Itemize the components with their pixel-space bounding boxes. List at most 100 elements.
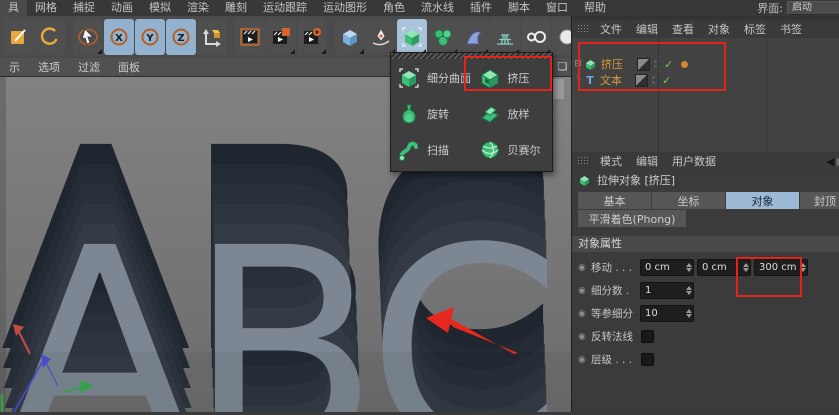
interface-selector: 界面: 启动: [757, 0, 839, 16]
viewport-menu-options[interactable]: 选项: [29, 59, 69, 75]
spinner-icon[interactable]: [684, 261, 693, 274]
add-spline-button[interactable]: [366, 19, 396, 55]
enabled-checkmark[interactable]: ✓: [664, 58, 673, 71]
layer-toggle[interactable]: [637, 58, 650, 71]
om-menu-tags[interactable]: 标签: [737, 21, 773, 37]
add-floor-button[interactable]: [490, 19, 520, 55]
menu-snap[interactable]: 捕捉: [65, 0, 103, 16]
hierarchy-checkbox[interactable]: [641, 353, 654, 366]
selection-tool-button[interactable]: [73, 19, 103, 55]
x-axis-icon: X: [108, 26, 130, 48]
visibility-dots[interactable]: [652, 76, 655, 84]
animation-dot-icon[interactable]: ◉: [578, 355, 591, 365]
menu-animation[interactable]: 动画: [103, 0, 141, 16]
animation-dot-icon[interactable]: ◉: [578, 332, 591, 342]
add-deformer-button[interactable]: [428, 19, 458, 55]
expand-toggle-icon[interactable]: ⊟: [572, 59, 584, 69]
am-menu-mode[interactable]: 模式: [593, 153, 629, 169]
menu-simulate[interactable]: 模拟: [141, 0, 179, 16]
add-camera-button[interactable]: [521, 19, 551, 55]
make-editable-icon: [8, 26, 30, 48]
menu-plugins[interactable]: 插件: [462, 0, 500, 16]
field-value: 1: [641, 285, 684, 296]
attribute-title: 拉伸对象 [挤压]: [597, 172, 675, 188]
field-value: 300 cm: [755, 262, 798, 273]
flyout-item-loft[interactable]: 放样: [472, 96, 553, 132]
animation-dot-icon[interactable]: ◉: [578, 309, 591, 319]
movement-x-field[interactable]: 0 cm: [640, 259, 694, 276]
panel-grip-icon[interactable]: [577, 24, 590, 34]
viewport-menu-display[interactable]: 示: [0, 59, 29, 75]
material-tag-icon[interactable]: [681, 61, 688, 68]
menu-render[interactable]: 渲染: [179, 0, 217, 16]
tab-phong[interactable]: 平滑着色(Phong): [578, 210, 686, 227]
tab-object[interactable]: 对象: [726, 192, 799, 209]
layer-toggle[interactable]: [635, 74, 648, 87]
om-menu-view[interactable]: 查看: [665, 21, 701, 37]
add-generator-button[interactable]: [397, 19, 427, 55]
x-axis-lock-button[interactable]: X: [104, 19, 134, 55]
am-menu-userdata[interactable]: 用户数据: [665, 153, 723, 169]
menu-script[interactable]: 脚本: [500, 0, 538, 16]
interface-dropdown[interactable]: 启动: [787, 1, 839, 15]
history-back-icon[interactable]: ◀: [826, 155, 834, 168]
y-axis-lock-button[interactable]: Y: [135, 19, 165, 55]
panel-grip-icon[interactable]: [577, 156, 590, 166]
object-properties-section[interactable]: 对象属性: [572, 236, 839, 252]
enabled-checkmark[interactable]: ✓: [662, 74, 671, 87]
param-row-flip-normals: ◉ 反转法线: [578, 325, 839, 348]
object-row-extrude[interactable]: ⊟ 挤压 ✓: [572, 56, 839, 72]
flyout-item-extrude[interactable]: 挤压: [472, 60, 553, 96]
spinner-icon[interactable]: [684, 284, 693, 297]
render-view-button[interactable]: [235, 19, 265, 55]
add-primitive-button[interactable]: [335, 19, 365, 55]
loft-icon: [479, 103, 501, 125]
menu-mograph[interactable]: 运动图形: [315, 0, 375, 16]
render-settings-icon: [301, 26, 323, 48]
om-menu-edit[interactable]: 编辑: [629, 21, 665, 37]
add-environment-button[interactable]: [459, 19, 489, 55]
make-editable-button[interactable]: [4, 19, 34, 55]
menu-help[interactable]: 帮助: [576, 0, 614, 16]
tab-basic[interactable]: 基本: [578, 192, 651, 209]
current-state-button[interactable]: [35, 19, 65, 55]
om-menu-object[interactable]: 对象: [701, 21, 737, 37]
menu-pipeline[interactable]: 流水线: [413, 0, 462, 16]
render-picture-viewer-button[interactable]: [266, 19, 296, 55]
subdivision-field[interactable]: 1: [640, 282, 694, 299]
movement-y-field[interactable]: 0 cm: [697, 259, 751, 276]
render-settings-button[interactable]: [297, 19, 327, 55]
menu-motion-tracker[interactable]: 运动跟踪: [255, 0, 315, 16]
iso-subdivision-field[interactable]: 10: [640, 305, 694, 322]
flyout-item-bezier[interactable]: 贝赛尔: [472, 132, 553, 168]
spinner-icon[interactable]: [741, 261, 750, 274]
flyout-item-lathe[interactable]: 旋转: [391, 96, 472, 132]
menu-mesh[interactable]: 网格: [27, 0, 65, 16]
attribute-manager-menubar: 模式 编辑 用户数据 ◀ ▶: [572, 152, 839, 170]
am-menu-edit[interactable]: 编辑: [629, 153, 665, 169]
flyout-item-subdivision-surface[interactable]: 细分曲面: [391, 60, 472, 96]
spinner-icon[interactable]: [684, 307, 693, 320]
om-menu-bookmarks[interactable]: 书签: [773, 21, 809, 37]
tab-caps[interactable]: 封顶: [800, 192, 839, 209]
animation-dot-icon[interactable]: ◉: [578, 263, 591, 273]
animation-dot-icon[interactable]: ◉: [578, 286, 591, 296]
z-axis-lock-button[interactable]: Z: [166, 19, 196, 55]
maximize-view-icon[interactable]: ❏: [556, 60, 569, 74]
viewport-menu-panel[interactable]: 面板: [109, 59, 149, 75]
menu-sculpt[interactable]: 雕刻: [217, 0, 255, 16]
menu-window[interactable]: 窗口: [538, 0, 576, 16]
tab-coordinates[interactable]: 坐标: [652, 192, 725, 209]
movement-z-field[interactable]: 300 cm: [754, 259, 808, 276]
flip-normals-checkbox[interactable]: [641, 330, 654, 343]
object-row-text[interactable]: └ T 文本 ✓: [572, 72, 839, 88]
visibility-dots[interactable]: [654, 60, 657, 68]
menu-tools[interactable]: 具: [0, 0, 27, 16]
flyout-item-sweep[interactable]: 扫描: [391, 132, 472, 168]
om-menu-file[interactable]: 文件: [593, 21, 629, 37]
spinner-icon[interactable]: [798, 261, 807, 274]
menu-character[interactable]: 角色: [375, 0, 413, 16]
flyout-label: 扫描: [427, 142, 449, 158]
viewport-menu-filter[interactable]: 过滤: [69, 59, 109, 75]
coordinate-system-button[interactable]: [197, 19, 227, 55]
